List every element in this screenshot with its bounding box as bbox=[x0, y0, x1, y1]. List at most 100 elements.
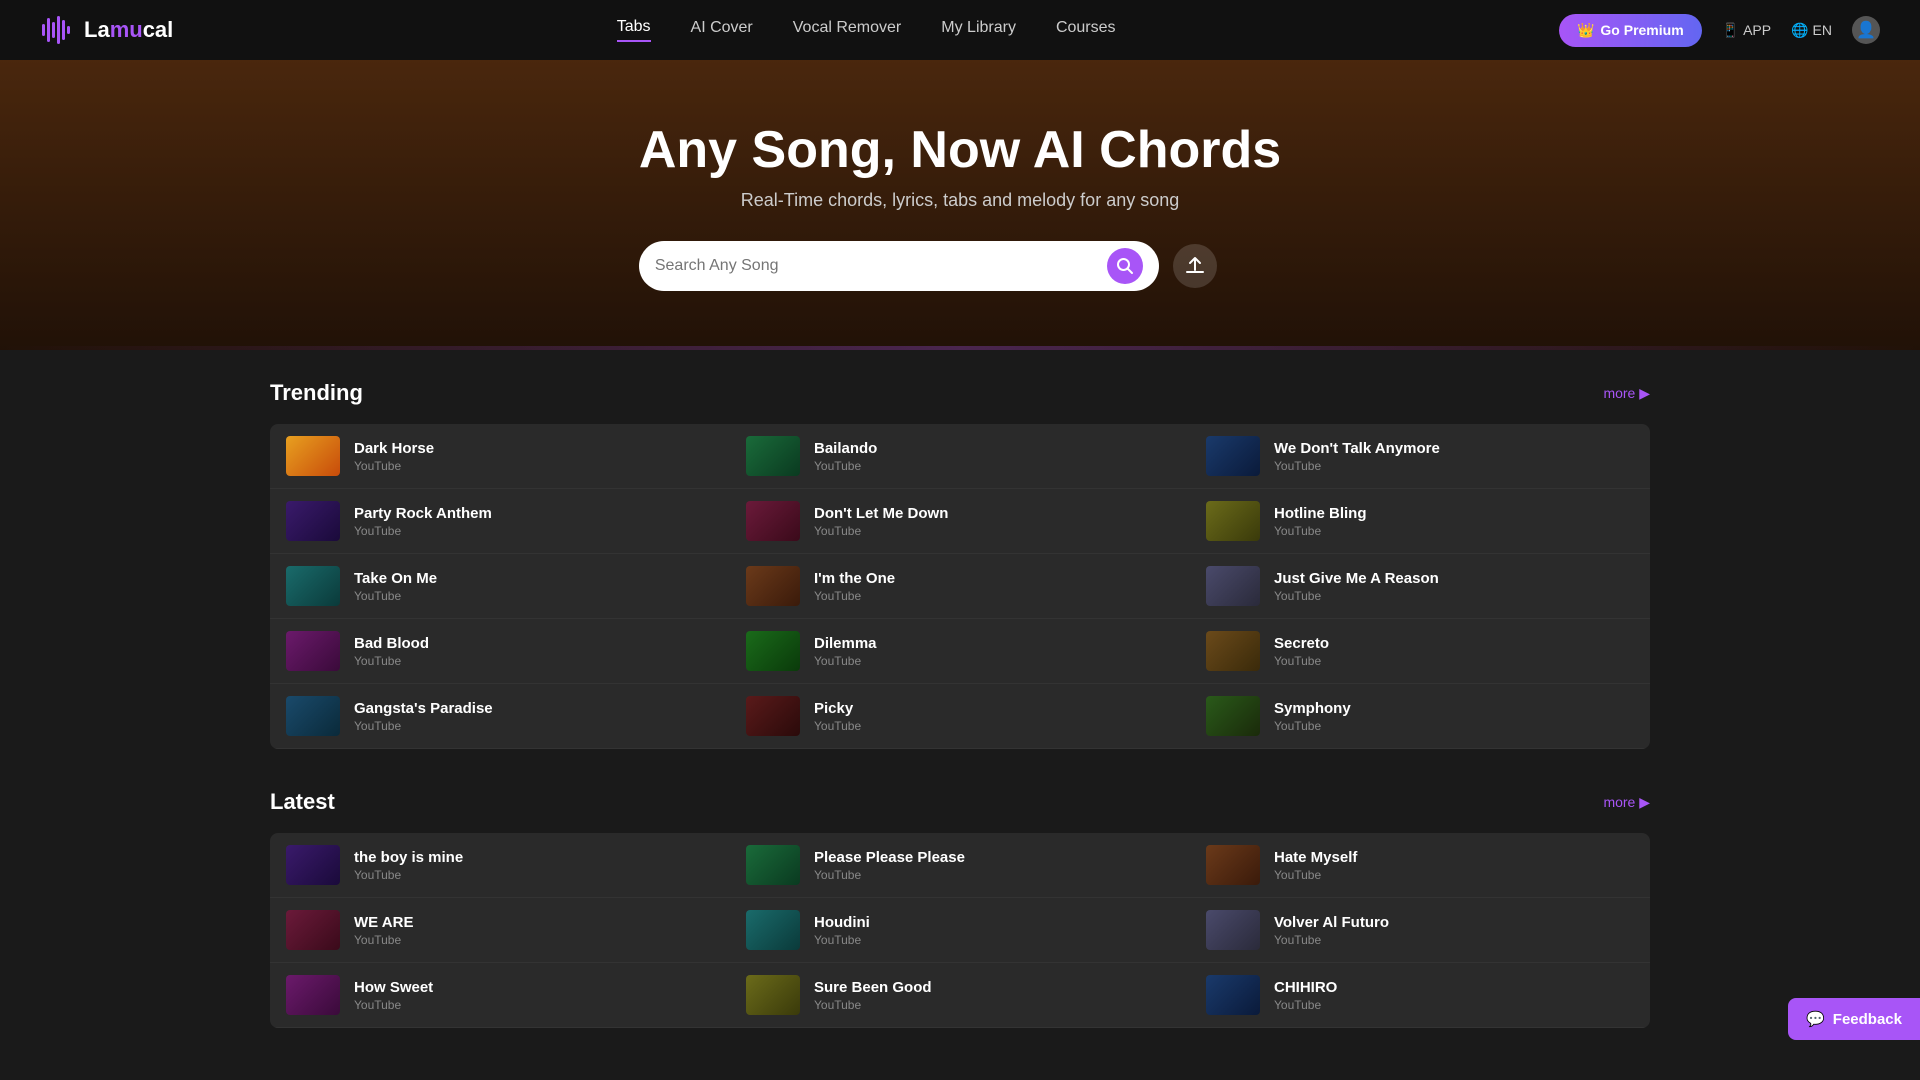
list-item[interactable]: the boy is mine YouTube bbox=[270, 833, 730, 898]
logo[interactable]: Lamucal bbox=[40, 12, 173, 48]
song-info: Bailando YouTube bbox=[814, 440, 1174, 473]
song-name: Gangsta's Paradise bbox=[354, 700, 714, 717]
list-item[interactable]: Party Rock Anthem YouTube bbox=[270, 489, 730, 554]
song-info: Don't Let Me Down YouTube bbox=[814, 505, 1174, 538]
song-thumbnail bbox=[746, 566, 800, 606]
song-name: Volver Al Futuro bbox=[1274, 914, 1634, 931]
latest-more[interactable]: more ▶ bbox=[1603, 794, 1650, 811]
song-source: YouTube bbox=[814, 589, 1174, 603]
navbar: Lamucal Tabs AI Cover Vocal Remover My L… bbox=[0, 0, 1920, 60]
language-selector[interactable]: 🌐 EN bbox=[1791, 22, 1832, 39]
song-thumbnail bbox=[1206, 696, 1260, 736]
song-source: YouTube bbox=[814, 654, 1174, 668]
nav-my-library[interactable]: My Library bbox=[941, 19, 1016, 41]
song-thumbnail bbox=[746, 696, 800, 736]
song-source: YouTube bbox=[354, 459, 714, 473]
song-info: Hate Myself YouTube bbox=[1274, 849, 1634, 882]
app-button[interactable]: 📱 APP bbox=[1722, 22, 1771, 39]
list-item[interactable]: I'm the One YouTube bbox=[730, 554, 1190, 619]
user-avatar[interactable]: 👤 bbox=[1852, 16, 1880, 44]
upload-button[interactable] bbox=[1173, 244, 1217, 288]
song-name: Party Rock Anthem bbox=[354, 505, 714, 522]
song-info: Take On Me YouTube bbox=[354, 570, 714, 603]
logo-icon bbox=[40, 12, 76, 48]
list-item[interactable]: How Sweet YouTube bbox=[270, 963, 730, 1028]
song-thumbnail bbox=[746, 845, 800, 885]
song-source: YouTube bbox=[354, 998, 714, 1012]
search-box bbox=[639, 241, 1159, 291]
song-source: YouTube bbox=[1274, 654, 1634, 668]
song-info: WE ARE YouTube bbox=[354, 914, 714, 947]
list-item[interactable]: Hotline Bling YouTube bbox=[1190, 489, 1650, 554]
song-name: Dark Horse bbox=[354, 440, 714, 457]
song-source: YouTube bbox=[354, 933, 714, 947]
upload-icon bbox=[1184, 255, 1206, 277]
hero-title: Any Song, Now AI Chords bbox=[639, 120, 1281, 180]
list-item[interactable]: Sure Been Good YouTube bbox=[730, 963, 1190, 1028]
trending-title: Trending bbox=[270, 380, 363, 406]
song-thumbnail bbox=[286, 631, 340, 671]
latest-grid: the boy is mine YouTube Please Please Pl… bbox=[270, 833, 1650, 1028]
list-item[interactable]: We Don't Talk Anymore YouTube bbox=[1190, 424, 1650, 489]
song-name: We Don't Talk Anymore bbox=[1274, 440, 1634, 457]
song-info: Please Please Please YouTube bbox=[814, 849, 1174, 882]
list-item[interactable]: Hate Myself YouTube bbox=[1190, 833, 1650, 898]
list-item[interactable]: CHIHIRO YouTube bbox=[1190, 963, 1650, 1028]
premium-button[interactable]: 👑 Go Premium bbox=[1559, 14, 1702, 47]
list-item[interactable]: Symphony YouTube bbox=[1190, 684, 1650, 749]
song-name: Dilemma bbox=[814, 635, 1174, 652]
search-button[interactable] bbox=[1107, 248, 1143, 284]
list-item[interactable]: Bailando YouTube bbox=[730, 424, 1190, 489]
song-name: Symphony bbox=[1274, 700, 1634, 717]
song-source: YouTube bbox=[1274, 868, 1634, 882]
song-name: WE ARE bbox=[354, 914, 714, 931]
list-item[interactable]: Dilemma YouTube bbox=[730, 619, 1190, 684]
song-info: Dilemma YouTube bbox=[814, 635, 1174, 668]
song-info: Houdini YouTube bbox=[814, 914, 1174, 947]
phone-icon: 📱 bbox=[1722, 22, 1739, 39]
trending-more[interactable]: more ▶ bbox=[1603, 385, 1650, 402]
song-source: YouTube bbox=[1274, 933, 1634, 947]
song-info: Bad Blood YouTube bbox=[354, 635, 714, 668]
nav-ai-cover[interactable]: AI Cover bbox=[691, 19, 753, 41]
song-name: Picky bbox=[814, 700, 1174, 717]
nav-vocal-remover[interactable]: Vocal Remover bbox=[793, 19, 902, 41]
song-thumbnail bbox=[1206, 975, 1260, 1015]
logo-text: Lamucal bbox=[84, 17, 173, 43]
user-icon: 👤 bbox=[1856, 20, 1876, 40]
hero-section: Any Song, Now AI Chords Real-Time chords… bbox=[0, 60, 1920, 350]
song-info: CHIHIRO YouTube bbox=[1274, 979, 1634, 1012]
song-thumbnail bbox=[1206, 436, 1260, 476]
song-name: Bad Blood bbox=[354, 635, 714, 652]
search-icon bbox=[1116, 257, 1134, 275]
list-item[interactable]: Just Give Me A Reason YouTube bbox=[1190, 554, 1650, 619]
list-item[interactable]: Dark Horse YouTube bbox=[270, 424, 730, 489]
feedback-button[interactable]: 💬 Feedback bbox=[1788, 998, 1920, 1040]
list-item[interactable]: Volver Al Futuro YouTube bbox=[1190, 898, 1650, 963]
nav-courses[interactable]: Courses bbox=[1056, 19, 1116, 41]
song-source: YouTube bbox=[1274, 719, 1634, 733]
list-item[interactable]: Houdini YouTube bbox=[730, 898, 1190, 963]
list-item[interactable]: Picky YouTube bbox=[730, 684, 1190, 749]
main-content: Trending more ▶ Dark Horse YouTube Baila… bbox=[0, 350, 1920, 1058]
nav-tabs[interactable]: Tabs bbox=[617, 18, 651, 42]
song-name: Secreto bbox=[1274, 635, 1634, 652]
song-info: Just Give Me A Reason YouTube bbox=[1274, 570, 1634, 603]
song-thumbnail bbox=[286, 566, 340, 606]
song-name: CHIHIRO bbox=[1274, 979, 1634, 996]
song-info: Hotline Bling YouTube bbox=[1274, 505, 1634, 538]
list-item[interactable]: Bad Blood YouTube bbox=[270, 619, 730, 684]
hero-subtitle: Real-Time chords, lyrics, tabs and melod… bbox=[639, 190, 1281, 211]
list-item[interactable]: Gangsta's Paradise YouTube bbox=[270, 684, 730, 749]
song-thumbnail bbox=[286, 501, 340, 541]
song-name: Houdini bbox=[814, 914, 1174, 931]
list-item[interactable]: Take On Me YouTube bbox=[270, 554, 730, 619]
list-item[interactable]: Secreto YouTube bbox=[1190, 619, 1650, 684]
song-info: Symphony YouTube bbox=[1274, 700, 1634, 733]
song-info: Party Rock Anthem YouTube bbox=[354, 505, 714, 538]
list-item[interactable]: WE ARE YouTube bbox=[270, 898, 730, 963]
list-item[interactable]: Please Please Please YouTube bbox=[730, 833, 1190, 898]
search-input[interactable] bbox=[655, 257, 1097, 275]
song-info: Gangsta's Paradise YouTube bbox=[354, 700, 714, 733]
list-item[interactable]: Don't Let Me Down YouTube bbox=[730, 489, 1190, 554]
